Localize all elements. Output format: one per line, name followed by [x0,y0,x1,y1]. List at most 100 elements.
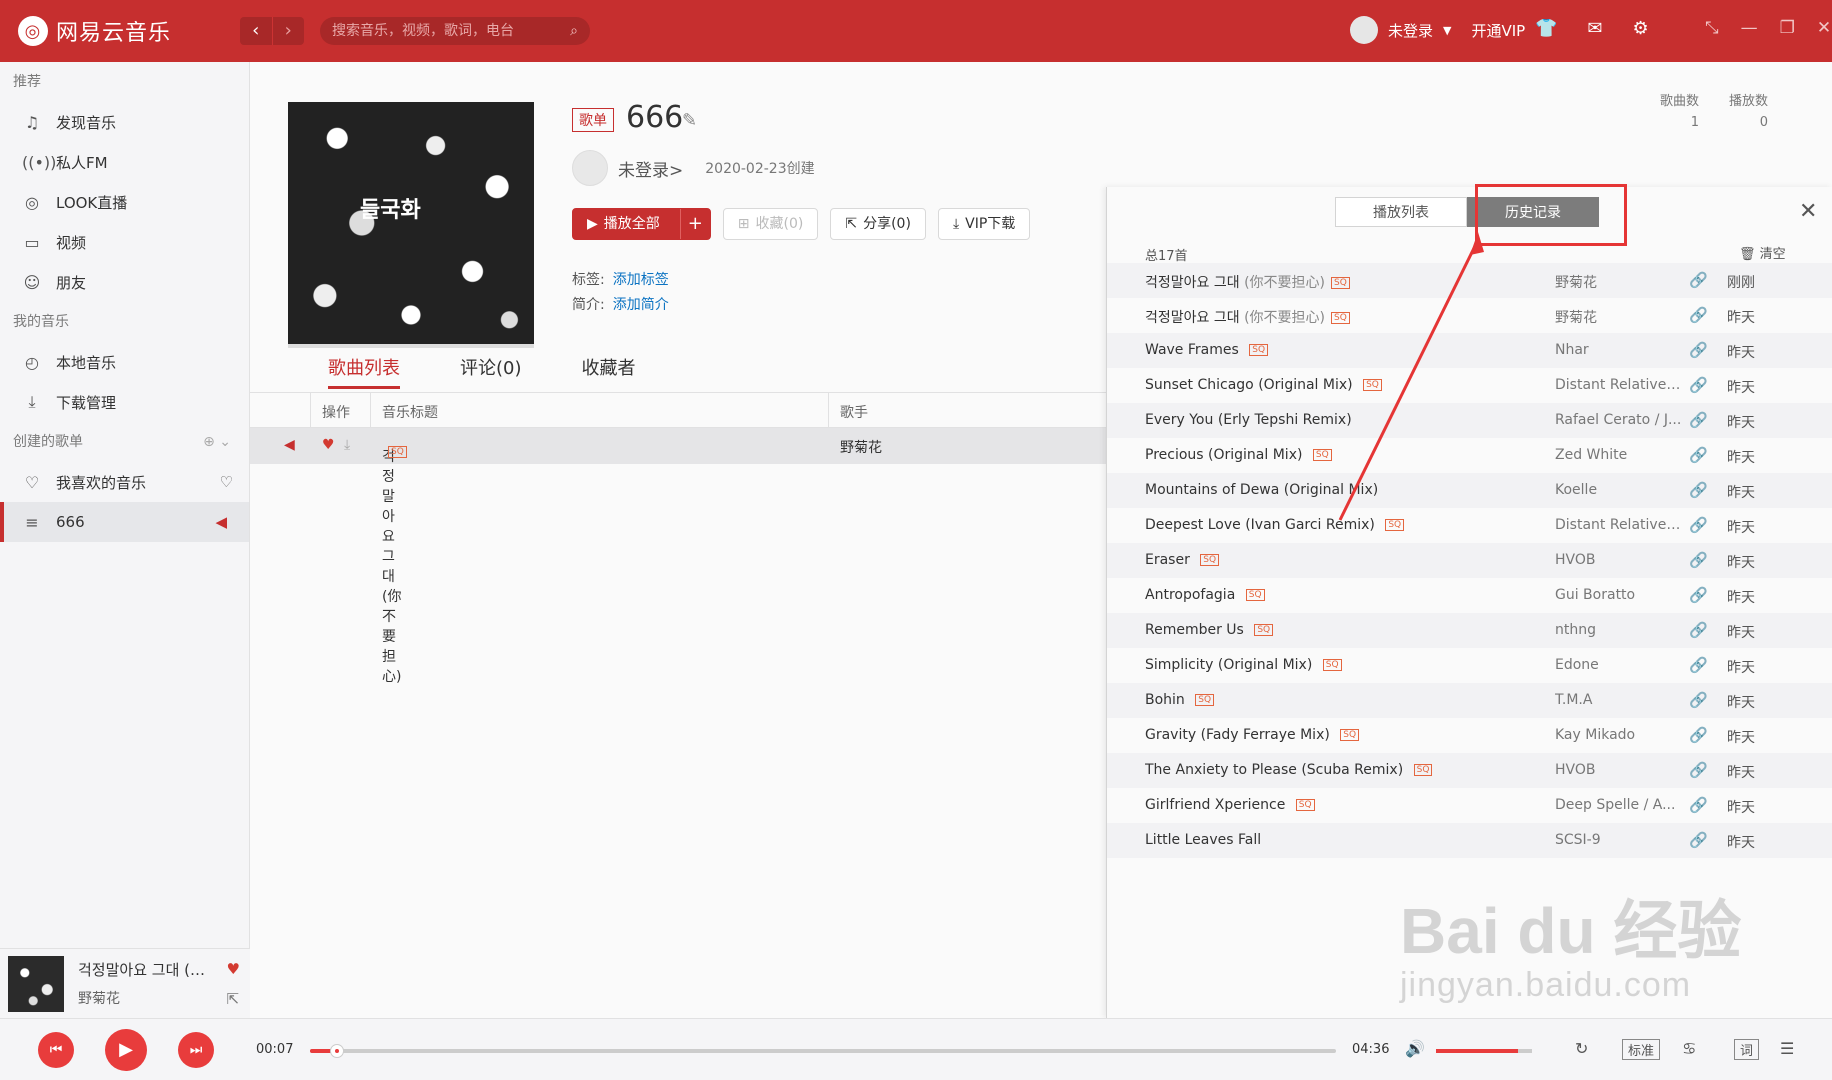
share-button[interactable]: ⇱ 分享(0) [830,208,926,240]
col-title[interactable]: 音乐标题 [382,402,438,422]
user-name[interactable]: 未登录 [1388,20,1433,41]
minimize-icon[interactable]: — [1741,18,1758,38]
link-icon[interactable]: 🔗 [1689,621,1708,639]
track-artist[interactable]: 野菊花 [1555,272,1685,292]
row-artist[interactable]: 野菊花 [840,437,882,457]
forward-arrow-icon[interactable]: › [271,17,305,45]
col-artist[interactable]: 歌手 [840,402,868,422]
link-icon[interactable]: 🔗 [1689,306,1708,324]
edit-icon[interactable]: ✎ [682,110,697,131]
track-title[interactable]: Every You (Erly Tepshi Remix) [1145,412,1352,428]
track-artist[interactable]: T.M.A [1555,692,1685,708]
link-icon[interactable]: 🔗 [1689,516,1708,534]
collect-button[interactable]: ⊞ 收藏(0) [722,208,819,240]
sidebar-item-video[interactable]: ▭ 视频 [0,222,249,262]
mini-mode-icon[interactable]: ⤡ [1705,18,1719,38]
track-artist[interactable]: HVOB [1555,552,1685,568]
list-item[interactable]: Bohin SQ T.M.A 🔗 昨天 [1107,683,1832,718]
track-artist[interactable]: 野菊花 [1555,307,1685,327]
link-icon[interactable]: 🔗 [1689,691,1708,709]
mini-now-playing[interactable]: 걱정말아요 그대 (… 野菊花 ♥ ⇱ [0,948,250,1018]
share-icon[interactable]: ⇱ [227,990,240,1008]
tab-songs[interactable]: 歌曲列表 [328,354,400,389]
track-title[interactable]: Precious (Original Mix) SQ [1145,447,1332,463]
previous-icon[interactable]: ⏮ [38,1032,74,1068]
track-title[interactable]: Mountains of Dewa (Original Mix) [1145,482,1378,498]
link-icon[interactable]: 🔗 [1689,271,1708,289]
list-item[interactable]: Remember Us SQ nthng 🔗 昨天 [1107,613,1832,648]
avatar[interactable] [1350,16,1378,44]
list-item[interactable]: Antropofagia SQ Gui Boratto 🔗 昨天 [1107,578,1832,613]
next-icon[interactable]: ⏭ [178,1032,214,1068]
list-item[interactable]: Simplicity (Original Mix) SQ Edone 🔗 昨天 [1107,648,1832,683]
list-item[interactable]: 걱정말아요 그대 (你不要担心) SQ 野菊花 🔗 昨天 [1107,298,1832,333]
link-icon[interactable]: 🔗 [1689,726,1708,744]
add-intro-link[interactable]: 添加简介 [613,297,669,313]
loop-icon[interactable]: ↻ [1575,1039,1588,1058]
sidebar-item-discover[interactable]: ♫ 发现音乐 [0,102,249,142]
volume-icon[interactable]: 🔊 [1405,1039,1425,1058]
list-item[interactable]: Deepest Love (Ivan Garci Remix) SQ Distan… [1107,508,1832,543]
track-artist[interactable]: SCSI-9 [1555,832,1685,848]
track-artist[interactable]: Deep Spelle / A... [1555,797,1685,813]
add-to-queue-icon[interactable]: + [679,209,710,239]
sidebar-item-666[interactable]: ≡ 666 ◀ [0,502,249,542]
playlist-queue-icon[interactable]: ☰ [1780,1039,1794,1058]
mini-track-artist[interactable]: 野菊花 [78,988,205,1008]
track-artist[interactable]: Rafael Cerato / J... [1555,412,1685,428]
mini-track-title[interactable]: 걱정말아요 그대 (… [78,959,205,980]
avatar[interactable] [572,150,608,186]
link-icon[interactable]: 🔗 [1689,831,1708,849]
play-all-button[interactable]: ▶ 播放全部 + [572,208,711,240]
close-icon[interactable]: ✕ [1817,18,1831,38]
track-artist[interactable]: Distant Relatives... [1555,517,1685,533]
vip-download-button[interactable]: ⤓ VIP下载 [937,208,1031,240]
sidebar-item-download[interactable]: ⤓ 下载管理 [0,382,249,422]
track-title[interactable]: Sunset Chicago (Original Mix) SQ [1145,377,1382,393]
search-icon[interactable]: ⌕ [570,17,578,45]
tab-playlist[interactable]: 播放列表 [1335,197,1467,227]
effects-icon[interactable]: ♋ [1682,1039,1696,1058]
track-title[interactable]: Wave Frames SQ [1145,342,1269,358]
track-artist[interactable]: Zed White [1555,447,1685,463]
link-icon[interactable]: 🔗 [1689,656,1708,674]
vip-link[interactable]: 开通VIP [1471,20,1525,41]
track-artist[interactable]: nthng [1555,622,1685,638]
track-artist[interactable]: Edone [1555,657,1685,673]
sidebar-item-liked[interactable]: ♡ 我喜欢的音乐 ♡ [0,462,249,502]
track-title[interactable]: The Anxiety to Please (Scuba Remix) SQ [1145,762,1433,778]
track-title[interactable]: Deepest Love (Ivan Garci Remix) SQ [1145,517,1405,533]
download-icon[interactable]: ⤓ [344,437,350,453]
track-title[interactable]: Remember Us SQ [1145,622,1274,638]
link-icon[interactable]: 🔗 [1689,411,1708,429]
link-icon[interactable]: 🔗 [1689,376,1708,394]
link-icon[interactable]: 🔗 [1689,341,1708,359]
list-item[interactable]: Mountains of Dewa (Original Mix) Koelle 🔗… [1107,473,1832,508]
list-item[interactable]: Gravity (Fady Ferraye Mix) SQ Kay Mikado 🔗… [1107,718,1832,753]
quality-button[interactable]: 标准 [1622,1039,1661,1060]
track-title[interactable]: Antropofagia SQ [1145,587,1265,603]
list-item[interactable]: Eraser SQ HVOB 🔗 昨天 [1107,543,1832,578]
user-area[interactable]: 未登录 ▼ 开通VIP [1350,16,1525,44]
list-item[interactable]: Little Leaves Fall SCSI-9 🔗 昨天 [1107,823,1832,858]
link-icon[interactable]: 🔗 [1689,761,1708,779]
close-icon[interactable]: ✕ [1799,199,1817,224]
track-title[interactable]: Eraser SQ [1145,552,1220,568]
list-item[interactable]: Precious (Original Mix) SQ Zed White 🔗 昨天 [1107,438,1832,473]
tab-subscribers[interactable]: 收藏者 [582,354,636,389]
skin-icon[interactable]: 👕 [1535,18,1557,39]
add-tags-link[interactable]: 添加标签 [613,272,669,288]
sidebar-item-fm[interactable]: ((•)) 私人FM [0,142,249,182]
back-arrow-icon[interactable]: ‹ [240,17,272,45]
link-icon[interactable]: 🔗 [1689,796,1708,814]
track-artist[interactable]: Distant Relatives... [1555,377,1685,393]
heart-icon[interactable]: ♥ [322,437,335,453]
list-item[interactable]: The Anxiety to Please (Scuba Remix) SQ HV… [1107,753,1832,788]
mail-icon[interactable]: ✉ [1587,18,1602,39]
sidebar-item-look[interactable]: ◎ LOOK直播 [0,182,249,222]
track-title[interactable]: Bohin SQ [1145,692,1215,708]
track-artist[interactable]: Koelle [1555,482,1685,498]
gear-icon[interactable]: ⚙ [1633,18,1649,39]
chevron-down-icon[interactable]: ▼ [1443,24,1451,37]
creator-name[interactable]: 未登录> [618,156,683,181]
